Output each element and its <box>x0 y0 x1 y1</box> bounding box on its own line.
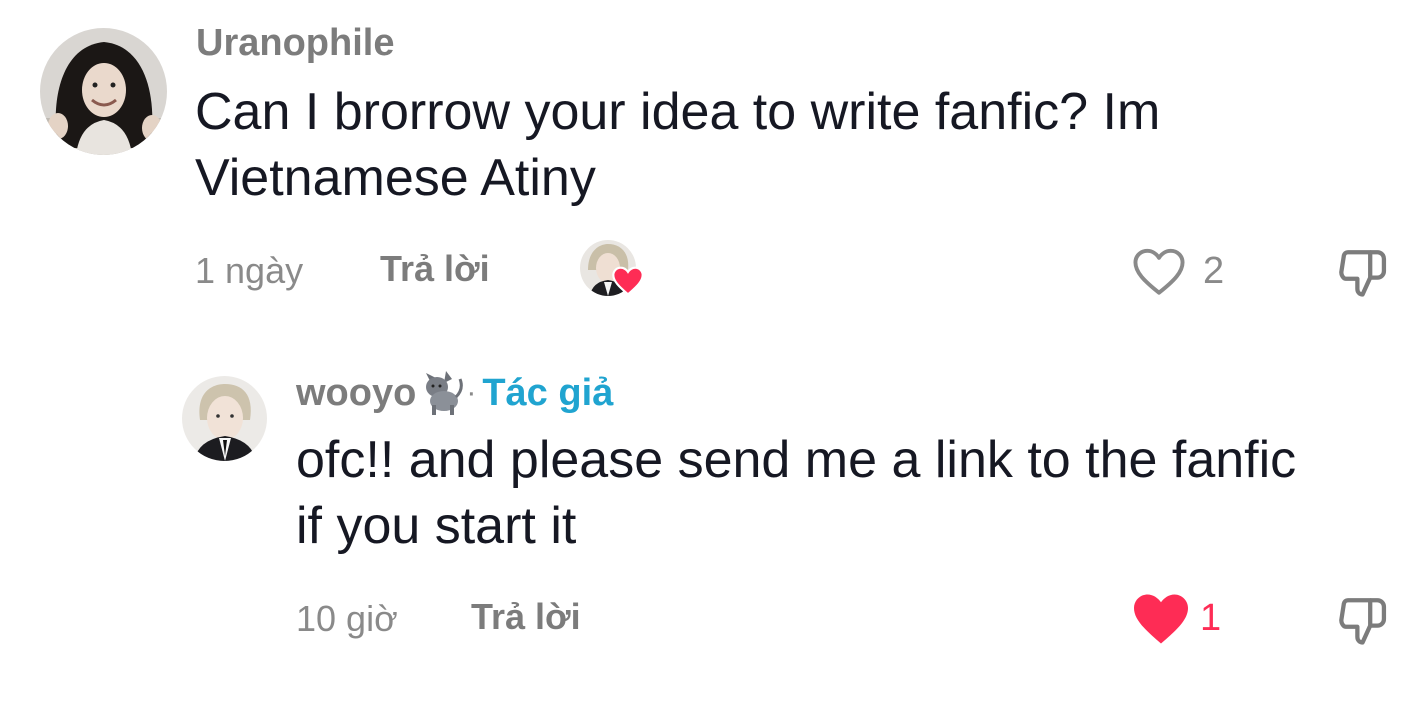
thumbs-down-icon[interactable] <box>1336 592 1390 648</box>
reply-button[interactable]: Trả lời <box>471 596 581 638</box>
heart-filled-icon[interactable] <box>1131 592 1191 646</box>
comments-page: Uranophile Can I brorrow your idea to wr… <box>0 0 1425 703</box>
like-count: 2 <box>1203 250 1225 292</box>
avatar[interactable] <box>182 376 267 461</box>
heart-outline-icon[interactable] <box>1132 248 1186 296</box>
username[interactable]: Uranophile <box>196 22 394 65</box>
comment-timestamp: 1 ngày <box>195 250 304 291</box>
reply-header: wooyo · Tác giả <box>296 368 613 418</box>
comment-text: Can I brorrow your idea to write fanfic?… <box>195 83 1161 207</box>
liked-by-creator-badge <box>580 240 646 300</box>
avatar[interactable] <box>40 28 167 155</box>
heart-filled-icon <box>612 266 644 296</box>
comment-timestamp: 10 giờ <box>296 598 398 639</box>
cat-emoji-icon <box>420 367 464 420</box>
comment-text: ofc!! and please send me a link to the f… <box>296 431 1297 555</box>
username[interactable]: wooyo <box>296 372 416 415</box>
reply-button[interactable]: Trả lời <box>380 248 490 290</box>
like-count: 1 <box>1200 597 1222 639</box>
separator-dot: · <box>466 376 477 409</box>
author-badge: Tác giả <box>482 371 614 414</box>
thumbs-down-icon[interactable] <box>1336 244 1390 300</box>
